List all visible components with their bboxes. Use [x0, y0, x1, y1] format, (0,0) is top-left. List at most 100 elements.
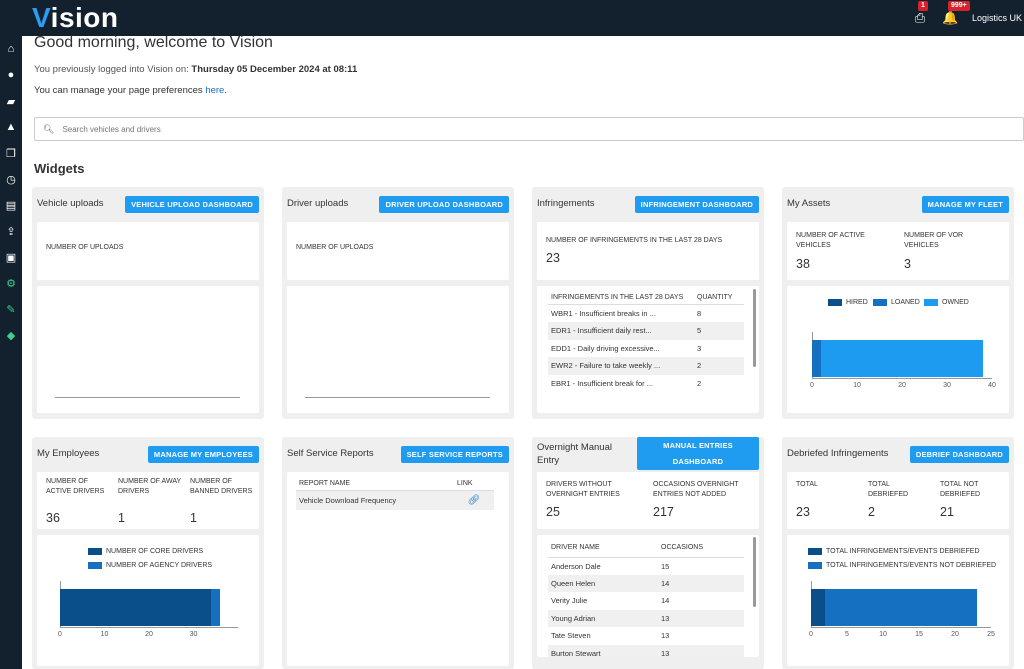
- manage-my-fleet-button[interactable]: MANAGE MY FLEET: [921, 196, 1009, 213]
- infringement-count: 23: [546, 251, 560, 265]
- search-bar[interactable]: 🔍︎: [34, 117, 1024, 141]
- infringement-count-card: NUMBER OF INFRINGEMENTS IN THE LAST 28 D…: [537, 222, 759, 280]
- last-login-prefix: You previously logged into Vision on:: [34, 64, 189, 75]
- documents-icon[interactable]: ❐: [0, 140, 22, 166]
- bar-loaned[interactable]: [812, 340, 821, 377]
- table-row[interactable]: EDR1 - Insufficient daily rest... 5: [548, 322, 744, 340]
- infringement-table: INFRINGEMENTS IN THE LAST 28 DAYS QUANTIT…: [548, 291, 744, 392]
- clock-icon[interactable]: ◷: [0, 166, 22, 192]
- table-row[interactable]: Queen Helen 14: [548, 574, 744, 592]
- column-header: OCCASIONS: [658, 538, 744, 558]
- vision-logo[interactable]: Vision: [32, 2, 119, 34]
- row-name: Young Adrian: [548, 609, 658, 627]
- table-row[interactable]: Burton Stewart 13: [548, 644, 744, 657]
- row-name: Verity Julie: [551, 596, 588, 606]
- widget-title: Self Service Reports: [287, 448, 374, 459]
- upload-icon[interactable]: ⇪: [0, 218, 22, 244]
- wrench-icon[interactable]: ✎: [0, 296, 22, 322]
- uploads-stat-card: NUMBER OF UPLOADS: [287, 222, 509, 280]
- cogs-icon[interactable]: ⚙: [0, 270, 22, 296]
- row-value: 14: [658, 574, 744, 592]
- row-value: 5: [694, 322, 744, 340]
- logo-text: ision: [50, 2, 119, 33]
- logo-v: V: [32, 2, 51, 33]
- legend-label: LOANED: [891, 299, 920, 306]
- reports-table-card: REPORT NAME LINK Vehicle Download Frequen…: [287, 472, 509, 666]
- table-row[interactable]: Anderson Dale 15: [548, 557, 744, 575]
- bar-total-infringements-events-debriefed[interactable]: [811, 589, 826, 626]
- x-tick-label: 20: [898, 382, 906, 389]
- legend-label: HIRED: [846, 299, 868, 306]
- table-row[interactable]: EWR2 - Failure to take weekly ... 2: [548, 357, 744, 375]
- widget-header: Debriefed Infringements DEBRIEF DASHBOAR…: [782, 437, 1014, 471]
- total-not-debriefed-count: 21: [940, 505, 954, 519]
- legend-debriefed: TOTAL INFRINGEMENTS/EVENTS DEBRIEFED: [808, 548, 980, 555]
- table-row[interactable]: Verity Julie 14: [548, 592, 744, 610]
- print-icon[interactable]: ⎙ 1: [912, 1, 928, 26]
- widget-title: Driver uploads: [287, 198, 349, 209]
- row-value: 13: [658, 644, 744, 657]
- scrollbar[interactable]: [753, 537, 756, 607]
- x-tick-label: 30: [943, 382, 951, 389]
- image-icon[interactable]: ▣: [0, 244, 22, 270]
- row-name: EDD1 - Daily driving excessive...: [551, 343, 660, 353]
- row-value: 13: [658, 609, 744, 627]
- organisation-name[interactable]: Logistics UK: [972, 13, 1022, 23]
- table-row[interactable]: Tate Steven 13: [548, 627, 744, 645]
- row-name: EBR1 - Insufficient break for ...: [551, 378, 653, 388]
- x-axis: [812, 378, 992, 379]
- files-icon[interactable]: ▤: [0, 192, 22, 218]
- row-value: 3: [697, 343, 702, 353]
- uploads-chart-card: [37, 286, 259, 413]
- infringement-dashboard-button[interactable]: INFRINGEMENT DASHBOARD: [634, 196, 759, 213]
- vehicle-upload-dashboard-button[interactable]: VEHICLE UPLOAD DASHBOARD: [125, 196, 259, 213]
- greeting: Good morning, welcome to Vision: [34, 34, 273, 51]
- legend-core-drivers: NUMBER OF CORE DRIVERS: [88, 548, 203, 555]
- widget-title: Infringements: [537, 198, 595, 209]
- row-value: 13: [661, 631, 670, 641]
- widget-header: My Employees MANAGE MY EMPLOYEES: [32, 437, 264, 471]
- self-service-reports-widget: Self Service Reports SELF SERVICE REPORT…: [282, 437, 514, 669]
- row-value: 15: [661, 561, 670, 571]
- driver-upload-dashboard-button[interactable]: DRIVER UPLOAD DASHBOARD: [379, 196, 509, 213]
- manual-entries-dashboard-button[interactable]: MANUAL ENTRIES DASHBOARD: [637, 437, 759, 470]
- home-icon[interactable]: ⌂: [0, 36, 22, 62]
- warning-icon[interactable]: ▲: [0, 114, 22, 140]
- table-row[interactable]: EDD1 - Daily driving excessive... 3: [548, 340, 744, 358]
- chart-baseline: [305, 397, 490, 398]
- x-axis: [60, 627, 238, 628]
- bar-total-infringements-events-not-debriefed[interactable]: [825, 589, 977, 626]
- asset-stats-card: NUMBER OF ACTIVE VEHICLES 38 NUMBER OF V…: [787, 222, 1009, 280]
- search-input[interactable]: [62, 124, 663, 134]
- table-row[interactable]: Young Adrian 13: [548, 609, 744, 627]
- x-tick-label: 30: [189, 631, 198, 638]
- not-added-count: 217: [653, 505, 674, 519]
- link-icon[interactable]: 🔗︎: [468, 495, 481, 506]
- manage-my-employees-button[interactable]: MANAGE MY EMPLOYEES: [147, 446, 259, 463]
- truck-icon[interactable]: ▰: [0, 88, 22, 114]
- debrief-dashboard-button[interactable]: DEBRIEF DASHBOARD: [909, 446, 1009, 463]
- legend-label: TOTAL INFRINGEMENTS/EVENTS DEBRIEFED: [826, 548, 980, 555]
- widget-title: My Employees: [37, 448, 100, 459]
- bar-number-of-agency-drivers[interactable]: [211, 589, 221, 626]
- legend-label: OWNED: [942, 299, 969, 306]
- bell-icon[interactable]: 🔔 999+: [942, 1, 970, 26]
- x-tick-label: 20: [145, 631, 153, 638]
- self-service-reports-button[interactable]: SELF SERVICE REPORTS: [400, 446, 509, 463]
- scrollbar[interactable]: [753, 289, 756, 367]
- table-row[interactable]: Vehicle Download Frequency 🔗︎: [296, 490, 494, 510]
- legend-label: TOTAL INFRINGEMENTS/EVENTS NOT DEBRIEFED: [826, 562, 997, 569]
- x-tick-label: 20: [951, 631, 959, 638]
- bar-number-of-core-drivers[interactable]: [60, 589, 212, 626]
- bar-owned[interactable]: [821, 340, 983, 377]
- table-row[interactable]: WBR1 - Insufficient breaks in ... 8: [548, 305, 744, 323]
- my-employees-widget: My Employees MANAGE MY EMPLOYEES NUMBER …: [32, 437, 264, 669]
- row-value: 2: [697, 378, 702, 388]
- ticket-icon[interactable]: ◆: [0, 322, 22, 348]
- total-label: TOTAL: [796, 481, 818, 488]
- table-row[interactable]: EBR1 - Insufficient break for ... 2: [548, 375, 744, 393]
- user-icon[interactable]: ●: [0, 62, 22, 88]
- widget-header: Infringements INFRINGEMENT DASHBOARD: [532, 187, 764, 221]
- last-login: You previously logged into Vision on: Th…: [34, 64, 357, 75]
- prefs-link[interactable]: here: [205, 85, 224, 96]
